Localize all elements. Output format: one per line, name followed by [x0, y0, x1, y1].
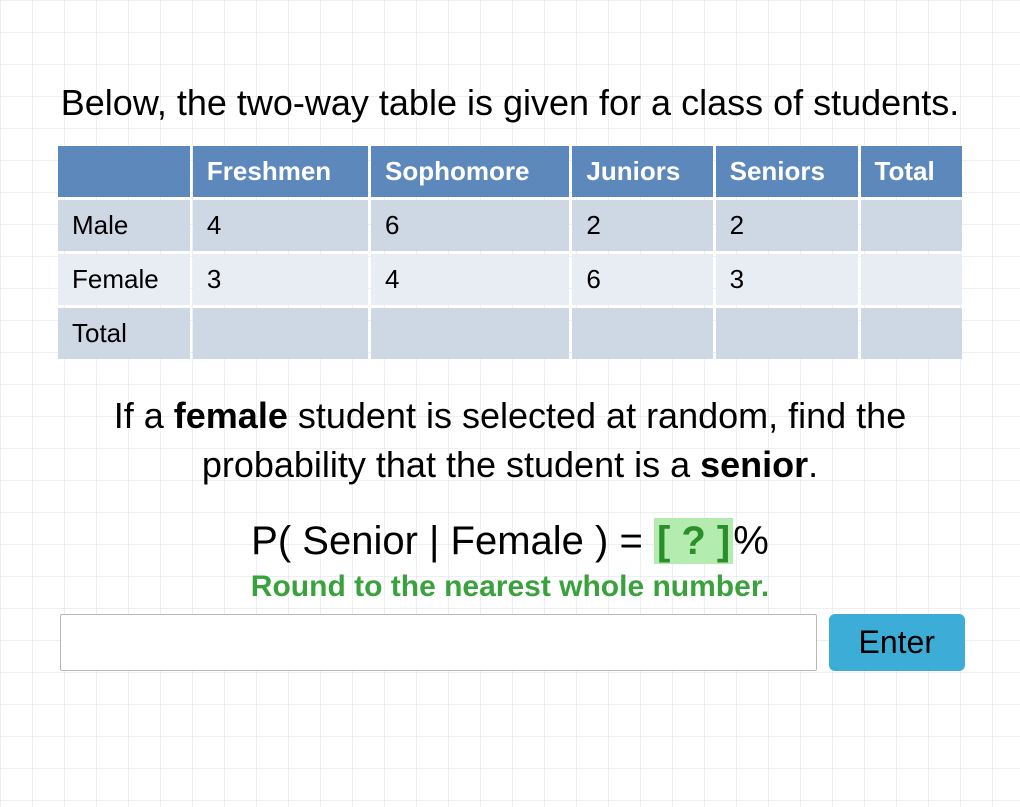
intro-text: Below, the two-way table is given for a …	[55, 80, 965, 125]
answer-slot: [ ? ]	[654, 518, 733, 564]
table-header: Total	[861, 146, 962, 197]
two-way-table: Freshmen Sophomore Juniors Seniors Total…	[55, 143, 965, 362]
cell: 4	[371, 254, 569, 305]
row-label: Total	[58, 308, 190, 359]
formula-suffix: %	[733, 519, 769, 563]
answer-input[interactable]	[60, 614, 817, 671]
table-row: Male 4 6 2 2	[58, 200, 962, 251]
table-header	[58, 146, 190, 197]
formula-prefix: P( Senior | Female ) =	[251, 519, 654, 563]
cell: 6	[572, 254, 712, 305]
cell: 3	[193, 254, 368, 305]
cell: 6	[371, 200, 569, 251]
answer-row: Enter	[55, 614, 965, 671]
cell	[861, 254, 962, 305]
question-part: If a	[114, 395, 174, 436]
question-part: .	[808, 444, 818, 485]
question-bold: senior	[700, 444, 808, 485]
table-header: Juniors	[572, 146, 712, 197]
cell	[193, 308, 368, 359]
table-row: Female 3 4 6 3	[58, 254, 962, 305]
table-header: Freshmen	[193, 146, 368, 197]
row-label: Male	[58, 200, 190, 251]
table-header: Seniors	[716, 146, 858, 197]
cell	[861, 308, 962, 359]
cell: 3	[716, 254, 858, 305]
question-text: If a female student is selected at rando…	[55, 392, 965, 489]
cell	[371, 308, 569, 359]
table-header: Sophomore	[371, 146, 569, 197]
cell	[716, 308, 858, 359]
cell: 4	[193, 200, 368, 251]
table-row: Total	[58, 308, 962, 359]
cell	[861, 200, 962, 251]
enter-button[interactable]: Enter	[829, 614, 965, 671]
cell: 2	[572, 200, 712, 251]
rounding-note: Round to the nearest whole number.	[55, 570, 965, 604]
question-bold: female	[174, 395, 288, 436]
row-label: Female	[58, 254, 190, 305]
formula: P( Senior | Female ) = [ ? ]%	[55, 519, 965, 564]
cell: 2	[716, 200, 858, 251]
cell	[572, 308, 712, 359]
